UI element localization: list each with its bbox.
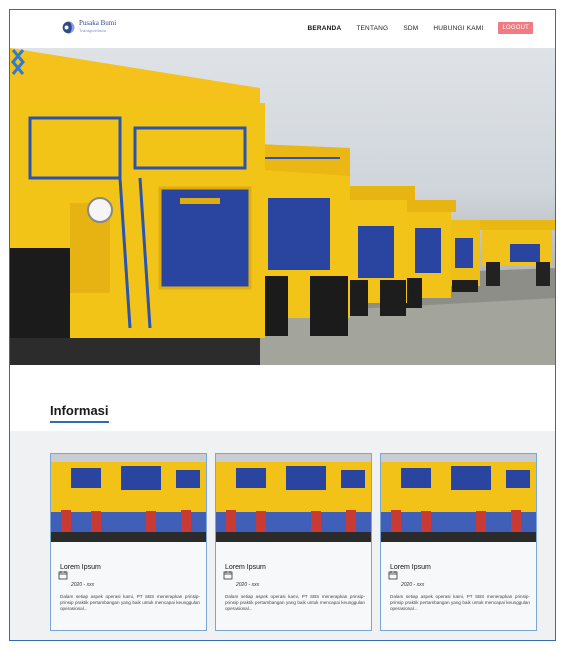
brand-name: Pusaka Bumi [79,19,117,27]
calendar-icon [58,571,68,580]
card-image [381,454,536,542]
info-card[interactable]: Lorem Ipsum 2020 - xxx Dalam setiap aspe… [50,453,207,631]
card-description: Dalam setiap aspek operasi kami, PT SBS … [390,594,530,611]
main-nav: BERANDA TENTANG SDM HUBUNGI KAMI LOGOUT [307,22,533,34]
card-date: 2020 - xxx [236,582,260,588]
card-description: Dalam setiap aspek operasi kami, PT SBS … [225,594,365,611]
card-title: Lorem Ipsum [60,564,101,571]
card-image [216,454,371,542]
card-date: 2020 - xxx [401,582,425,588]
info-card[interactable]: Lorem Ipsum 2020 - xxx Dalam setiap aspe… [380,453,537,631]
logout-button[interactable]: LOGOUT [498,22,533,34]
brand[interactable]: Pusaka Bumi Transportindo [62,20,116,34]
nav-sdm[interactable]: SDM [403,25,418,32]
nav-beranda[interactable]: BERANDA [307,25,341,32]
section-title-underline [50,421,109,423]
section-title: Informasi [50,403,109,418]
company-logo-icon [62,21,75,33]
hero-carousel [10,48,555,365]
brand-subtitle: Transportindo [79,28,107,33]
page-frame: Pusaka Bumi Transportindo BERANDA TENTAN… [9,9,556,641]
card-title: Lorem Ipsum [225,564,266,571]
hero-image [10,48,555,365]
calendar-icon [388,571,398,580]
calendar-icon [223,571,233,580]
card-image [51,454,206,542]
card-date: 2020 - xxx [71,582,95,588]
card-description: Dalam setiap aspek operasi kami, PT SBS … [60,594,200,611]
top-navbar: Pusaka Bumi Transportindo BERANDA TENTAN… [10,10,555,48]
info-card[interactable]: Lorem Ipsum 2020 - xxx Dalam setiap aspe… [215,453,372,631]
nav-hubungi-kami[interactable]: HUBUNGI KAMI [433,25,483,32]
carousel-next-icon[interactable] [10,48,26,76]
nav-tentang[interactable]: TENTANG [356,25,388,32]
card-title: Lorem Ipsum [390,564,431,571]
